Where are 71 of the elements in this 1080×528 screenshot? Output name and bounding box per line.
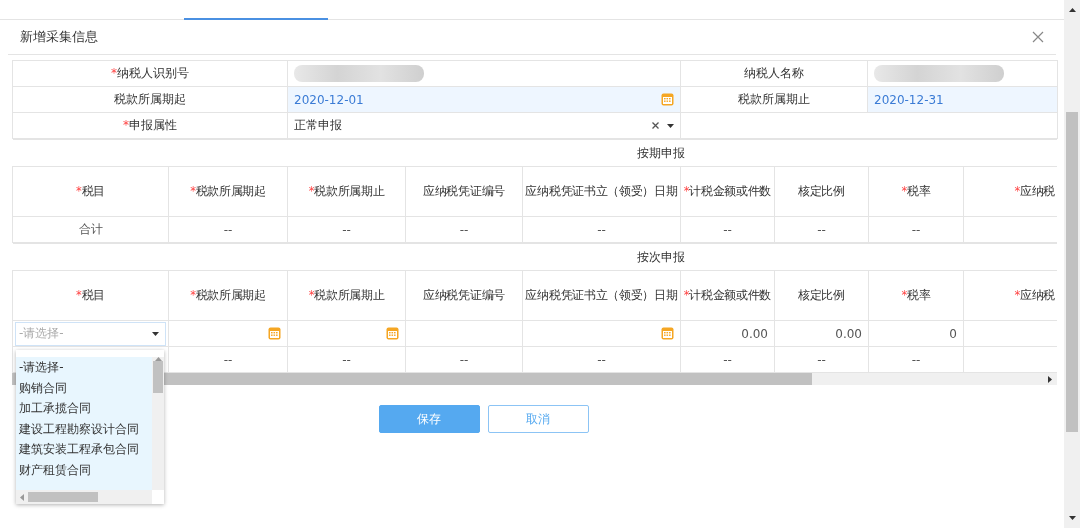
page-scrollbar[interactable] [1064,0,1080,528]
column-header: 应纳税凭证书立（领受）日期 [522,270,681,321]
number-field[interactable]: 0 [868,320,964,347]
calendar-icon[interactable] [661,327,674,340]
table-cell: -- [774,346,869,373]
number-field[interactable]: 0.00 [774,320,869,347]
table-cell: -- [405,216,523,243]
field-label: 税款所属期起 [12,86,288,113]
caret-icon[interactable] [152,331,159,336]
table-cell: -- [405,346,523,373]
table-cell: -- [774,216,869,243]
field-label: *申报属性 [12,112,288,139]
horizontal-scrollbar[interactable] [16,490,152,504]
column-header: *税款所属期止 [287,166,406,217]
scrollbar-thumb[interactable] [153,361,163,393]
table-cell: 合计 [12,216,169,243]
table-cell: -- [287,216,406,243]
section-title: 按期申报 [12,139,1057,167]
column-header: 核定比例 [774,270,869,321]
right-arrow-icon[interactable] [1047,375,1053,383]
table-cell: -- [522,346,681,373]
dropdown-option[interactable]: 财产租赁合同 [16,459,152,480]
table-cell: -- [680,216,775,243]
field-label: *纳税人识别号 [12,60,288,87]
column-header: *税款所属期止 [287,270,406,321]
table-cell: -- [868,216,964,243]
column-header: *计税金额或件数 [680,166,775,217]
table-cell: -- [168,346,288,373]
column-header: 核定比例 [774,166,869,217]
section-title: 按次申报 [12,243,1057,271]
calendar-icon[interactable] [661,93,674,106]
close-icon[interactable] [1032,31,1044,43]
date-field[interactable]: 2020-12-01 [287,86,681,113]
dropdown-option[interactable]: 加工承揽合同 [16,398,152,419]
date-value[interactable]: 2020-12-31 [874,92,944,107]
dropdown-option[interactable]: 购销合同 [16,377,152,398]
column-header: *税目 [12,270,169,321]
scrollbar-thumb[interactable] [1066,112,1078,432]
number-field[interactable]: 0.00 [680,320,775,347]
table-cell: -- [680,346,775,373]
calendar-icon[interactable] [386,327,399,340]
clear-icon[interactable] [652,122,659,129]
column-header: 应纳税凭证编号 [405,166,523,217]
table-cell: -- [168,216,288,243]
dialog-title: 新增采集信息 [20,28,98,46]
down-arrow-icon[interactable] [1068,516,1076,520]
column-header: *税率 [868,270,964,321]
column-header: *税目 [12,166,169,217]
left-arrow-icon[interactable] [20,493,24,501]
scrollbar-thumb[interactable] [28,492,98,502]
date-field[interactable]: 2020-12-31 [867,86,1058,113]
up-arrow-icon[interactable] [1068,8,1076,12]
column-header: *税率 [868,166,964,217]
caret-icon[interactable] [667,123,674,128]
table-cell: -- [868,346,964,373]
field-label: 纳税人名称 [680,60,868,87]
dropdown-option[interactable]: 建设工程勘察设计合同 [16,418,152,439]
dropdown-option[interactable]: 建筑安装工程承包合同 [16,439,152,460]
date-value[interactable]: 2020-12-01 [294,92,364,107]
column-header: 应纳税凭证编号 [405,270,523,321]
dropdown-option[interactable]: -请选择- [16,357,152,378]
vertical-scrollbar[interactable] [152,357,164,490]
calendar-icon[interactable] [268,327,281,340]
table-cell: -- [287,346,406,373]
column-header: *税款所属期起 [168,270,288,321]
column-header: 应纳税凭证书立（领受）日期 [522,166,681,217]
input-field[interactable] [405,320,523,347]
column-header: *税款所属期起 [168,166,288,217]
table-cell: -- [522,216,681,243]
field-label: 税款所属期止 [680,86,868,113]
column-header: *计税金额或件数 [680,270,775,321]
